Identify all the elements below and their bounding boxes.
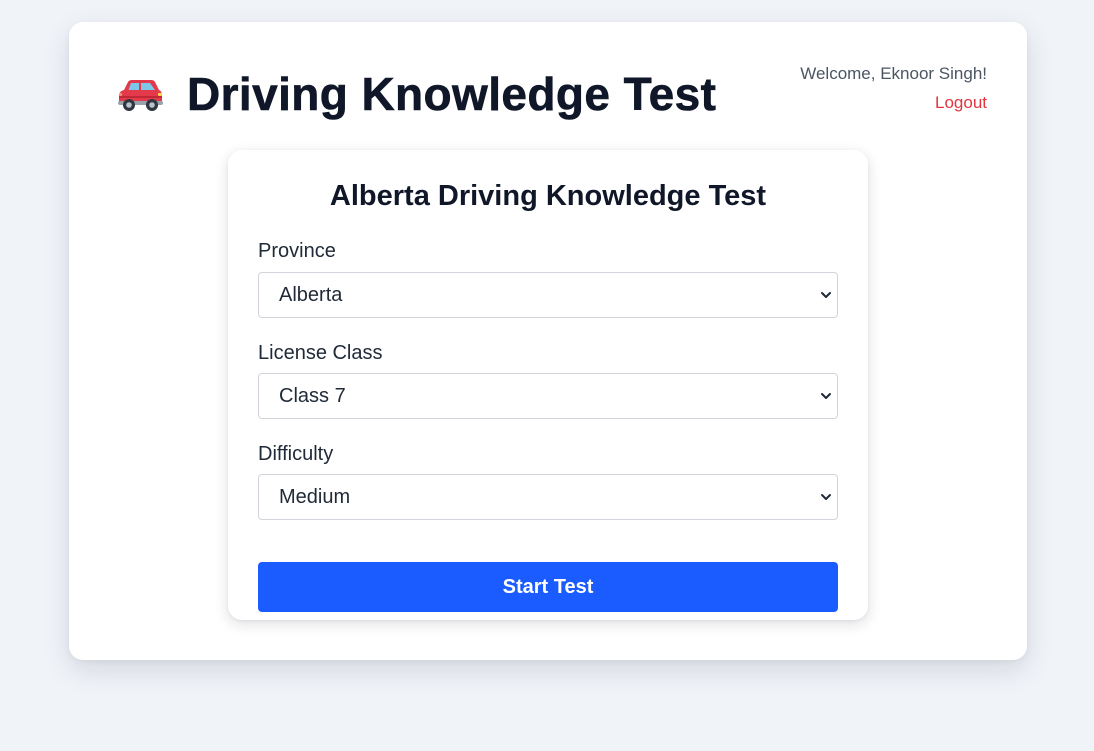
car-icon <box>115 74 165 114</box>
license-class-value: Class 7 <box>279 384 346 407</box>
app-title: Driving Knowledge Test <box>187 68 717 121</box>
difficulty-value: Medium <box>279 485 351 508</box>
user-area: Welcome, Eknoor Singh! Logout <box>800 63 987 114</box>
main-card: Driving Knowledge Test Welcome, Eknoor S… <box>69 22 1027 660</box>
app-header: Driving Knowledge Test <box>115 64 716 124</box>
test-setup-form: Alberta Driving Knowledge Test Province … <box>228 150 868 620</box>
form-title: Alberta Driving Knowledge Test <box>329 180 767 212</box>
welcome-message: Welcome, Eknoor Singh! <box>800 64 987 83</box>
license-class-label: License Class <box>258 342 383 364</box>
province-value: Alberta <box>279 283 343 306</box>
chevron-down-icon <box>819 288 833 302</box>
chevron-down-icon <box>819 490 833 504</box>
province-label: Province <box>258 240 336 262</box>
start-test-button[interactable]: Start Test <box>258 562 838 612</box>
chevron-down-icon <box>819 389 833 403</box>
difficulty-select[interactable]: Medium <box>258 474 838 520</box>
difficulty-label: Difficulty <box>258 443 334 465</box>
province-select[interactable]: Alberta <box>258 272 838 318</box>
license-class-select[interactable]: Class 7 <box>258 373 838 419</box>
logout-link[interactable]: Logout <box>800 92 987 114</box>
